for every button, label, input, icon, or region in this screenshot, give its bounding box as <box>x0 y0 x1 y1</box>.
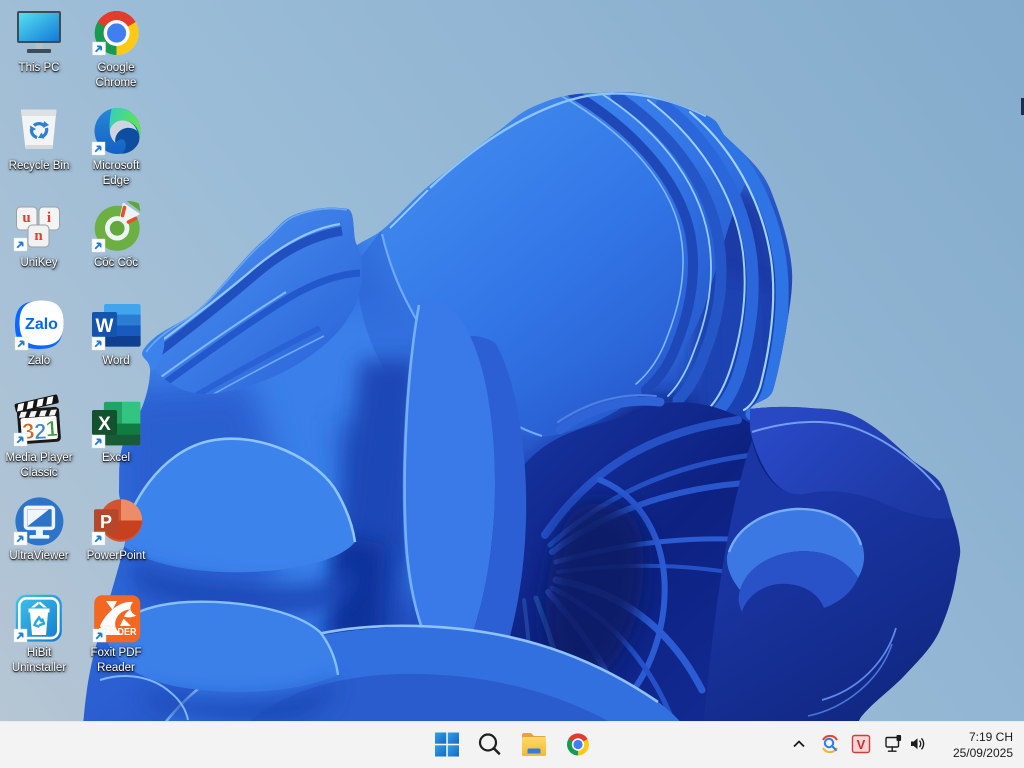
svg-text:i: i <box>47 210 51 226</box>
svg-text:V: V <box>857 737 866 752</box>
svg-text:n: n <box>34 228 43 244</box>
svg-text:P: P <box>100 512 112 532</box>
svg-text:X: X <box>98 414 111 435</box>
svg-text:W: W <box>96 316 114 337</box>
svg-text:u: u <box>22 210 30 226</box>
svg-text:Zalo: Zalo <box>25 316 58 333</box>
svg-text:1: 1 <box>45 416 59 442</box>
